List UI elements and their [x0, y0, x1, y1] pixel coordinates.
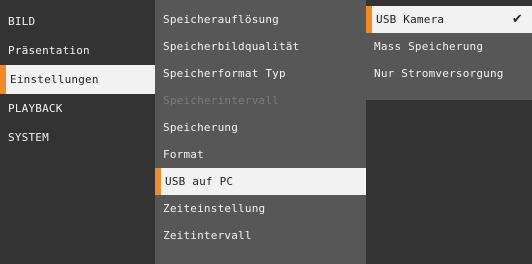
submenu-column: Speicherauflösung Speicherbildqualität S… [155, 0, 366, 264]
option-usb-kamera[interactable]: USB Kamera ✔ [366, 6, 532, 33]
options-panel: USB Kamera ✔ Mass Speicherung Nur Stromv… [366, 6, 532, 100]
option-label: USB Kamera [376, 13, 445, 26]
option-mass-speicherung[interactable]: Mass Speicherung [366, 33, 532, 60]
submenu-item-zeiteinstellung[interactable]: Zeiteinstellung [155, 195, 366, 222]
submenu-item-zeitintervall[interactable]: Zeitintervall [155, 222, 366, 249]
main-menu-column: BILD Präsentation Einstellungen PLAYBACK… [0, 0, 155, 264]
submenu-item-speicherung[interactable]: Speicherung [155, 114, 366, 141]
menu-item-einstellungen[interactable]: Einstellungen [0, 65, 155, 94]
option-nur-stromversorgung[interactable]: Nur Stromversorgung [366, 60, 532, 87]
checkmark-icon: ✔ [511, 12, 523, 27]
submenu-item-speicherintervall: Speicherintervall [163, 94, 279, 107]
submenu-item-usb-auf-pc[interactable]: USB auf PC [155, 168, 366, 195]
options-column: USB Kamera ✔ Mass Speicherung Nur Stromv… [366, 0, 532, 264]
submenu-item-speicherbildqualitaet[interactable]: Speicherbildqualität [155, 33, 366, 60]
submenu-item-speicheraufloesung[interactable]: Speicherauflösung [155, 6, 366, 33]
menu-item-bild[interactable]: BILD [0, 7, 155, 36]
menu-item-system[interactable]: SYSTEM [0, 123, 155, 152]
submenu-item-format[interactable]: Format [155, 141, 366, 168]
menu-item-praesentation[interactable]: Präsentation [0, 36, 155, 65]
submenu-item-speicherformat-typ[interactable]: Speicherformat Typ [155, 60, 366, 87]
osd-menu: BILD Präsentation Einstellungen PLAYBACK… [0, 0, 532, 264]
menu-item-playback[interactable]: PLAYBACK [0, 94, 155, 123]
